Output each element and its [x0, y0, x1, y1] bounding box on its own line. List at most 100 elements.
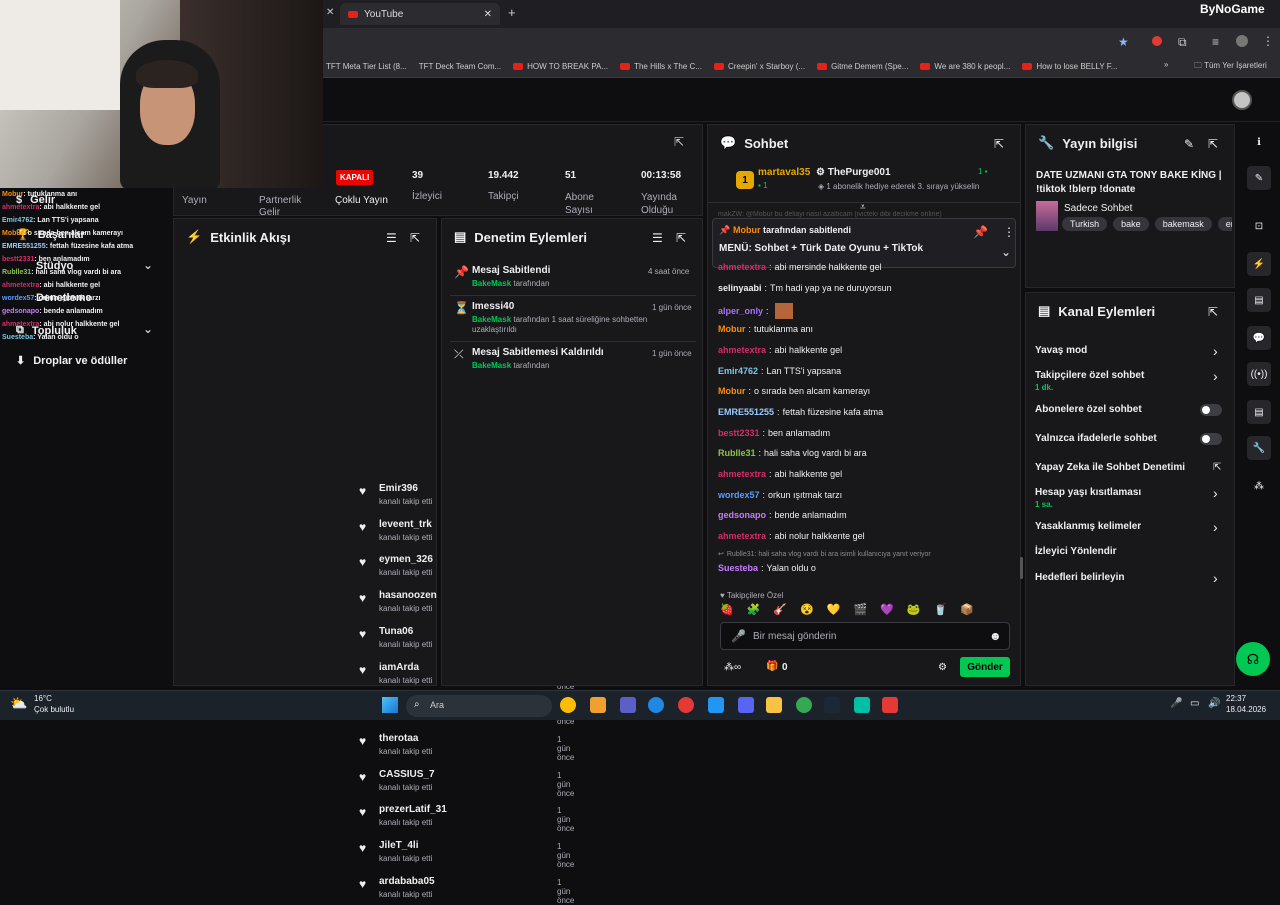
chevron-right-icon[interactable]: ›: [1213, 485, 1218, 501]
chat-username[interactable]: ahmetextra: [718, 469, 766, 479]
bookmark-item[interactable]: We are 380 k peopl...: [920, 62, 1010, 71]
emote-icon[interactable]: 📦: [960, 603, 974, 616]
new-tab-icon[interactable]: +: [508, 5, 516, 20]
activity-username[interactable]: leveent_trk: [379, 519, 432, 530]
activity-username[interactable]: Emir396: [379, 483, 418, 494]
channel-action-label[interactable]: Yapay Zeka ile Sohbet Denetimi: [1035, 462, 1185, 473]
info-icon[interactable]: ℹ: [1247, 130, 1271, 154]
mail-icon[interactable]: [708, 697, 724, 713]
tab-youtube[interactable]: YouTube ✕: [340, 3, 500, 25]
channel-action-label[interactable]: Hesap yaşı kısıtlaması: [1035, 487, 1141, 498]
chrome-icon[interactable]: [560, 697, 576, 713]
channel-action-label[interactable]: Yavaş mod: [1035, 345, 1087, 356]
channel-action-label[interactable]: Yasaklanmış kelimeler: [1035, 521, 1141, 532]
chat-icon[interactable]: 💬: [1247, 326, 1271, 350]
mic-icon[interactable]: 🎤: [731, 629, 746, 643]
actions-icon[interactable]: ▤: [1247, 400, 1271, 424]
emote-icon[interactable]: 🥤: [934, 603, 948, 616]
chat-username[interactable]: Suesteba: [718, 563, 758, 573]
folder-icon[interactable]: [766, 697, 782, 713]
edit-icon[interactable]: ✎: [1247, 166, 1271, 190]
emoji-icon[interactable]: ☻: [989, 629, 1002, 643]
chevron-right-icon[interactable]: ›: [1213, 519, 1218, 535]
discord-icon[interactable]: [738, 697, 754, 713]
extensions-icon[interactable]: ⧉: [1178, 35, 1187, 50]
bookmark-item[interactable]: How to lose BELLY F...: [1022, 62, 1117, 71]
clip-icon[interactable]: ⊡: [1247, 214, 1271, 238]
activity-username[interactable]: therotaa: [379, 733, 418, 744]
send-button[interactable]: Gönder: [960, 657, 1010, 677]
community-icon[interactable]: ⁂: [1247, 474, 1271, 498]
bookmark-item[interactable]: TFT Deck Team Com...: [419, 62, 501, 71]
activity-username[interactable]: ardababa05: [379, 876, 435, 887]
popout-icon[interactable]: ⇱: [1208, 305, 1218, 319]
emote-icon[interactable]: 🧩: [747, 603, 761, 616]
chat-username[interactable]: ahmetextra: [718, 531, 766, 541]
chat-input[interactable]: 🎤 Bir mesaj gönderin ☻: [720, 622, 1010, 650]
mic-icon[interactable]: 🎤: [1170, 698, 1182, 709]
opera-icon[interactable]: [678, 697, 694, 713]
chat-username[interactable]: Rublle31: [718, 448, 756, 458]
chat-username[interactable]: wordex57: [718, 490, 760, 500]
popout-icon[interactable]: ⇱: [674, 135, 684, 149]
user-avatar[interactable]: [1232, 90, 1252, 110]
media-icon[interactable]: ≡: [1212, 35, 1219, 49]
bookmark-item[interactable]: HOW TO BREAK PA...: [513, 62, 608, 71]
chat-username[interactable]: Emir4762: [718, 366, 758, 376]
chevron-right-icon[interactable]: ›: [1213, 570, 1218, 586]
wrench-icon[interactable]: 🔧: [1247, 436, 1271, 460]
start-icon[interactable]: [382, 697, 398, 713]
gift-icon[interactable]: 🎁: [766, 661, 778, 672]
network-icon[interactable]: ▭: [1190, 698, 1199, 709]
extension-icon[interactable]: [1152, 36, 1162, 46]
chat-username[interactable]: gedsonapo: [718, 510, 766, 520]
chat-username[interactable]: ahmetextra: [718, 345, 766, 355]
filter-icon[interactable]: ☰: [652, 231, 663, 245]
activity-username[interactable]: CASSIUS_7: [379, 769, 435, 780]
tag[interactable]: er: [1217, 217, 1232, 231]
external-link-icon[interactable]: ⇱: [1213, 462, 1221, 473]
app-icon[interactable]: [854, 697, 870, 713]
search-box[interactable]: ⌕ Ara: [406, 695, 552, 717]
chat-username[interactable]: ahmetextra: [718, 262, 766, 272]
document-icon[interactable]: ▤: [1247, 288, 1271, 312]
activity-username[interactable]: prezerLatif_31: [379, 804, 447, 815]
channel-action-label[interactable]: Takipçilere özel sohbet: [1035, 370, 1144, 381]
channel-action-label[interactable]: Abonelere özel sohbet: [1035, 404, 1142, 415]
bolt-icon[interactable]: ⚡: [1247, 252, 1271, 276]
activity-username[interactable]: iamArda: [379, 662, 419, 673]
mod-user[interactable]: BakeMask: [472, 279, 511, 288]
activity-username[interactable]: JileT_4li: [379, 840, 418, 851]
activity-username[interactable]: hasanoozen: [379, 590, 437, 601]
chrome-icon[interactable]: [796, 697, 812, 713]
activity-username[interactable]: eymen_326: [379, 554, 433, 565]
toggle-switch[interactable]: [1200, 433, 1222, 445]
gift-user[interactable]: martaval35: [758, 167, 810, 178]
emote-icon[interactable]: 🐸: [907, 603, 921, 616]
category-thumbnail[interactable]: [1036, 201, 1058, 231]
popout-icon[interactable]: ⇱: [1208, 137, 1218, 151]
gift-user[interactable]: ⚙ ThePurge001: [816, 167, 891, 178]
menu-icon[interactable]: ⋮: [1262, 34, 1274, 48]
channel-action-label[interactable]: Hedefleri belirleyin: [1035, 572, 1124, 583]
emote-icon[interactable]: 🎸: [773, 603, 787, 616]
chat-username[interactable]: EMRE551255: [718, 407, 774, 417]
more-icon[interactable]: ⋮: [1003, 225, 1015, 239]
nav-item-drops[interactable]: ⬇ Droplar ve ödüller: [16, 354, 127, 368]
close-prev-tab-icon[interactable]: ✕: [326, 7, 334, 18]
volume-icon[interactable]: 🔊: [1208, 698, 1220, 709]
support-headset-icon[interactable]: ☊: [1236, 642, 1270, 676]
tag[interactable]: bakemask: [1154, 217, 1212, 231]
bookmarks-folder[interactable]: 🗀 Tüm Yer İşaretleri: [1194, 60, 1267, 74]
weather-icon[interactable]: ⛅: [10, 695, 27, 712]
unpin-icon[interactable]: 📌: [973, 225, 988, 239]
popout-icon[interactable]: ⇱: [994, 137, 1004, 151]
media-player-icon[interactable]: [882, 697, 898, 713]
edge-icon[interactable]: [648, 697, 664, 713]
popout-icon[interactable]: ⇱: [676, 231, 686, 245]
toggle-switch[interactable]: [1200, 404, 1222, 416]
emote-icon[interactable]: 🎬: [854, 603, 868, 616]
file-explorer-icon[interactable]: [590, 697, 606, 713]
popout-icon[interactable]: ⇱: [410, 231, 420, 245]
channel-action-label[interactable]: İzleyici Yönlendir: [1035, 546, 1117, 557]
